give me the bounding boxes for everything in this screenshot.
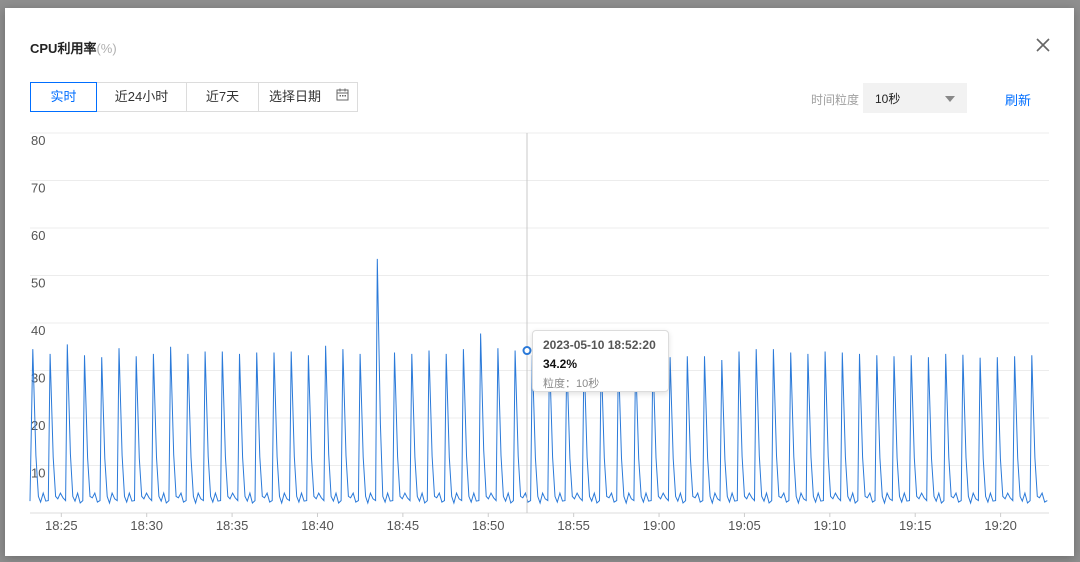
x-tick-label: 19:10 — [814, 518, 847, 533]
tooltip-time: 2023-05-10 18:52:20 — [543, 338, 656, 352]
y-tick-label: 60 — [31, 228, 45, 243]
x-tick-label: 18:50 — [472, 518, 505, 533]
cpu-line-chart: 807060504030201018:25 18:30 18:35 18:40 18:4… — [29, 132, 1049, 533]
y-tick-label: 70 — [31, 181, 45, 196]
x-tick-label: 19:05 — [728, 518, 761, 533]
x-tick-label: 19:15 — [899, 518, 932, 533]
x-tick-label: 18:25 — [45, 518, 78, 533]
y-tick-label: 80 — [31, 133, 45, 148]
x-tick-label: 18:45 — [387, 518, 420, 533]
x-tick-label: 18:30 — [130, 518, 163, 533]
hover-point — [522, 346, 532, 356]
y-tick-label: 20 — [31, 418, 45, 433]
x-tick-label: 18:40 — [301, 518, 334, 533]
x-tick-label: 19:00 — [643, 518, 676, 533]
y-tick-label: 40 — [31, 323, 45, 338]
x-tick-label: 18:35 — [216, 518, 249, 533]
x-tick-label: 19:20 — [984, 518, 1017, 533]
y-tick-label: 50 — [31, 276, 45, 291]
tooltip-granularity: 粒度：10秒 — [543, 378, 600, 390]
tooltip-value: 34.2% — [543, 357, 578, 371]
y-tick-label: 10 — [31, 466, 45, 481]
chart-tooltip: 2023-05-10 18:52:20 34.2% 粒度：10秒 — [532, 330, 669, 392]
x-tick-label: 18:55 — [557, 518, 590, 533]
